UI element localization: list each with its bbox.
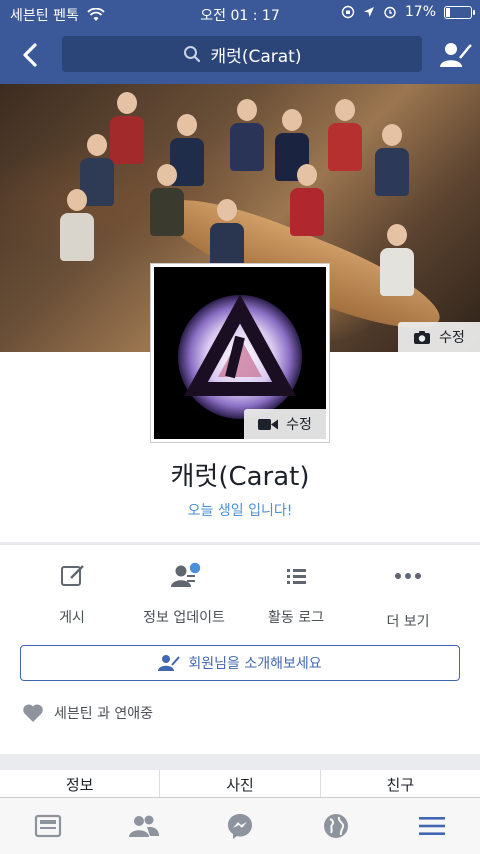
search-bar[interactable]: 캐럿(Carat) [62, 36, 422, 72]
cover-person [150, 164, 184, 236]
nav-notifications[interactable] [288, 798, 384, 854]
nav-bar: 캐럿(Carat) [0, 28, 480, 84]
status-bar: 세븐틴 펜톡 오전 01 : 17 17% [0, 0, 480, 28]
alarm-icon [384, 6, 396, 19]
heart-icon [23, 704, 43, 722]
search-text: 캐럿(Carat) [210, 46, 302, 67]
more-icon [393, 561, 423, 591]
post-action[interactable]: 게시 [12, 561, 132, 627]
globe-icon [324, 814, 348, 838]
avatar-edit-button[interactable]: 수정 [244, 409, 326, 439]
battery-percent: 17% [404, 4, 436, 20]
cover-person [290, 164, 324, 236]
search-icon [183, 46, 200, 63]
person-edit-icon [158, 655, 181, 671]
activity-log-action[interactable]: 활동 로그 [236, 561, 356, 627]
nav-menu[interactable] [384, 798, 480, 854]
birthday-text[interactable]: 오늘 생일 입니다! [0, 500, 480, 520]
rotation-lock-icon [341, 5, 355, 19]
cover-person [375, 124, 409, 196]
tab-friends[interactable]: 친구 [321, 770, 480, 800]
profile-picture[interactable]: 수정 [151, 264, 329, 442]
news-feed-icon [34, 814, 62, 838]
cover-person [210, 199, 244, 271]
back-button[interactable] [14, 38, 48, 72]
profile-name: 캐럿(Carat) [170, 462, 310, 492]
video-camera-icon [258, 418, 279, 430]
cover-person [230, 99, 264, 171]
location-icon [363, 7, 374, 17]
update-info-label: 정보 업데이트 [143, 610, 225, 626]
profile-actions: 게시 정보 업데이트 활동 로그 더 보기 회원님을 소개해보세요 세븐틴 과 … [0, 544, 480, 754]
introduce-yourself-button[interactable]: 회원님을 소개해보세요 [20, 645, 460, 681]
cover-person [328, 99, 362, 171]
camera-icon [414, 330, 431, 344]
compose-icon [57, 561, 87, 591]
add-friend-icon [440, 43, 472, 67]
introduce-label: 회원님을 소개해보세요 [188, 656, 322, 672]
avatar-edit-label: 수정 [286, 417, 312, 433]
tab-info[interactable]: 정보 [0, 770, 161, 800]
friends-icon [129, 815, 159, 837]
cover-person [60, 189, 94, 261]
activity-log-label: 활동 로그 [268, 610, 324, 626]
bottom-nav [0, 797, 480, 854]
cover-person [110, 92, 144, 164]
post-action-label: 게시 [59, 610, 85, 626]
nav-news-feed[interactable] [0, 798, 96, 854]
more-action[interactable]: 더 보기 [348, 561, 468, 631]
update-info-icon [169, 561, 202, 591]
menu-icon [419, 817, 445, 835]
activity-log-icon [281, 561, 311, 591]
nav-friends[interactable] [96, 798, 192, 854]
relationship-status[interactable]: 세븐틴 과 연애중 [22, 703, 153, 723]
chevron-left-icon [23, 43, 37, 67]
add-friend-button[interactable] [438, 38, 472, 72]
battery-icon [444, 5, 475, 19]
cover-edit-label: 수정 [439, 330, 465, 346]
cover-edit-button[interactable]: 수정 [398, 322, 480, 352]
profile-tabs: 정보 사진 친구 [0, 770, 480, 800]
update-info-action[interactable]: 정보 업데이트 [124, 561, 244, 627]
messenger-icon [228, 814, 252, 839]
more-label: 더 보기 [386, 614, 430, 630]
relationship-text: 세븐틴 과 연애중 [54, 706, 154, 722]
tab-photos[interactable]: 사진 [160, 770, 321, 800]
cover-person [380, 224, 414, 296]
nav-messenger[interactable] [192, 798, 288, 854]
